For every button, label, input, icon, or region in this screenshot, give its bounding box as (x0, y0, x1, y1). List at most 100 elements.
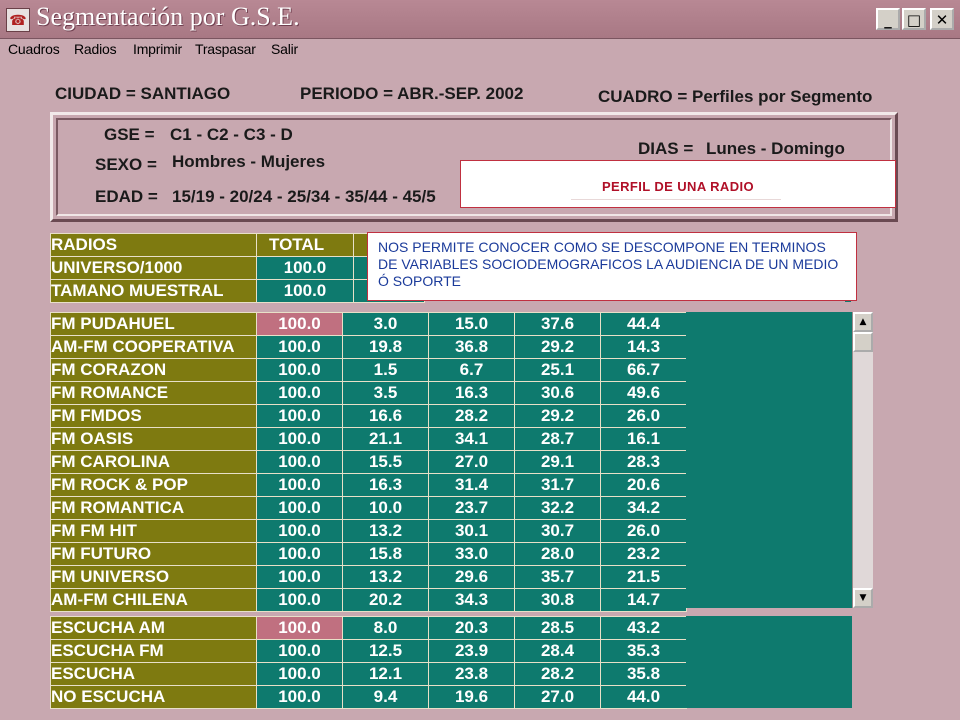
summary-value[interactable]: 9.4 (342, 685, 429, 709)
radio-value[interactable]: 30.6 (514, 381, 601, 405)
radio-value[interactable]: 15.5 (342, 450, 429, 474)
radio-name[interactable]: FM FMDOS (50, 404, 257, 428)
radio-value[interactable]: 31.4 (428, 473, 515, 497)
radio-row[interactable]: FM UNIVERSO 100.0 13.2 29.6 35.7 21.5 (50, 565, 687, 589)
radio-value[interactable]: 29.2 (514, 335, 601, 359)
summary-value[interactable]: 35.3 (600, 639, 687, 663)
radio-row[interactable]: FM FMDOS 100.0 16.6 28.2 29.2 26.0 (50, 404, 687, 428)
radio-row[interactable]: FM ROMANCE 100.0 3.5 16.3 30.6 49.6 (50, 381, 687, 405)
radio-value[interactable]: 30.7 (514, 519, 601, 543)
summary-value[interactable]: 8.0 (342, 616, 429, 640)
scroll-thumb[interactable] (853, 332, 873, 352)
summary-value[interactable]: 100.0 (256, 639, 343, 663)
radio-name[interactable]: FM ROMANCE (50, 381, 257, 405)
radio-value[interactable]: 66.7 (600, 358, 687, 382)
radio-value[interactable]: 25.1 (514, 358, 601, 382)
radio-name[interactable]: FM FM HIT (50, 519, 257, 543)
app-icon[interactable]: ☎ (6, 8, 30, 32)
radio-value[interactable]: 100.0 (256, 473, 343, 497)
radio-name[interactable]: FM CAROLINA (50, 450, 257, 474)
radio-value[interactable]: 34.2 (600, 496, 687, 520)
summary-value[interactable]: 35.8 (600, 662, 687, 686)
radio-row[interactable]: AM-FM COOPERATIVA 100.0 19.8 36.8 29.2 14.3 (50, 335, 687, 359)
radio-value[interactable]: 28.2 (428, 404, 515, 428)
radio-row[interactable]: FM FUTURO 100.0 15.8 33.0 28.0 23.2 (50, 542, 687, 566)
radio-value[interactable]: 100.0 (256, 542, 343, 566)
radio-value[interactable]: 100.0 (256, 358, 343, 382)
summary-value[interactable]: 28.2 (514, 662, 601, 686)
summary-name[interactable]: ESCUCHA AM (50, 616, 257, 640)
summary-value[interactable]: 23.8 (428, 662, 515, 686)
universo-total[interactable]: 100.0 (256, 256, 354, 280)
summary-value[interactable]: 12.1 (342, 662, 429, 686)
radio-row[interactable]: FM ROCK & POP 100.0 16.3 31.4 31.7 20.6 (50, 473, 687, 497)
summary-value[interactable]: 100.0 (256, 616, 343, 640)
radio-value[interactable]: 49.6 (600, 381, 687, 405)
radio-value[interactable]: 36.8 (428, 335, 515, 359)
summary-value[interactable]: 28.4 (514, 639, 601, 663)
radio-value[interactable]: 13.2 (342, 519, 429, 543)
radio-value[interactable]: 29.1 (514, 450, 601, 474)
summary-value[interactable]: 100.0 (256, 685, 343, 709)
radio-row[interactable]: FM CAROLINA 100.0 15.5 27.0 29.1 28.3 (50, 450, 687, 474)
radio-value[interactable]: 16.6 (342, 404, 429, 428)
radio-value[interactable]: 15.8 (342, 542, 429, 566)
radio-value[interactable]: 10.0 (342, 496, 429, 520)
summary-value[interactable]: 23.9 (428, 639, 515, 663)
radio-value[interactable]: 100.0 (256, 381, 343, 405)
radios-scrollbar[interactable]: ▲ ▼ (852, 312, 873, 608)
radio-value[interactable]: 29.2 (514, 404, 601, 428)
maximize-button[interactable]: □ (902, 8, 926, 30)
radio-value[interactable]: 21.5 (600, 565, 687, 589)
radio-value[interactable]: 28.7 (514, 427, 601, 451)
radio-name[interactable]: FM FUTURO (50, 542, 257, 566)
radio-row[interactable]: FM CORAZON 100.0 1.5 6.7 25.1 66.7 (50, 358, 687, 382)
radio-value[interactable]: 14.3 (600, 335, 687, 359)
radio-row[interactable]: AM-FM CHILENA 100.0 20.2 34.3 30.8 14.7 (50, 588, 687, 612)
radio-value[interactable]: 13.2 (342, 565, 429, 589)
scroll-down-icon[interactable]: ▼ (853, 588, 873, 608)
radio-name[interactable]: AM-FM CHILENA (50, 588, 257, 612)
radio-value[interactable]: 6.7 (428, 358, 515, 382)
summary-value[interactable]: 28.5 (514, 616, 601, 640)
radio-value[interactable]: 3.0 (342, 312, 429, 336)
radio-value[interactable]: 30.1 (428, 519, 515, 543)
radio-value[interactable]: 100.0 (256, 312, 343, 336)
radio-value[interactable]: 100.0 (256, 404, 343, 428)
summary-name[interactable]: ESCUCHA (50, 662, 257, 686)
summary-name[interactable]: NO ESCUCHA (50, 685, 257, 709)
radio-value[interactable]: 27.0 (428, 450, 515, 474)
radio-value[interactable]: 15.0 (428, 312, 515, 336)
radio-value[interactable]: 31.7 (514, 473, 601, 497)
radio-value[interactable]: 44.4 (600, 312, 687, 336)
radio-value[interactable]: 16.3 (342, 473, 429, 497)
menu-salir[interactable]: Salir (271, 41, 298, 57)
radio-name[interactable]: FM UNIVERSO (50, 565, 257, 589)
summary-row[interactable]: NO ESCUCHA 100.0 9.4 19.6 27.0 44.0 (50, 685, 687, 709)
radio-row[interactable]: FM ROMANTICA 100.0 10.0 23.7 32.2 34.2 (50, 496, 687, 520)
summary-row[interactable]: ESCUCHA 100.0 12.1 23.8 28.2 35.8 (50, 662, 687, 686)
summary-row[interactable]: ESCUCHA FM 100.0 12.5 23.9 28.4 35.3 (50, 639, 687, 663)
summary-value[interactable]: 43.2 (600, 616, 687, 640)
radio-value[interactable]: 16.3 (428, 381, 515, 405)
radio-value[interactable]: 28.0 (514, 542, 601, 566)
radio-value[interactable]: 37.6 (514, 312, 601, 336)
menu-imprimir[interactable]: Imprimir (133, 41, 182, 57)
radio-value[interactable]: 100.0 (256, 565, 343, 589)
radio-value[interactable]: 100.0 (256, 450, 343, 474)
radio-name[interactable]: AM-FM COOPERATIVA (50, 335, 257, 359)
radio-value[interactable]: 23.2 (600, 542, 687, 566)
radio-value[interactable]: 1.5 (342, 358, 429, 382)
summary-value[interactable]: 100.0 (256, 662, 343, 686)
summary-value[interactable]: 19.6 (428, 685, 515, 709)
minimize-button[interactable]: _ (876, 8, 900, 30)
radio-value[interactable]: 34.3 (428, 588, 515, 612)
close-button[interactable]: ✕ (930, 8, 954, 30)
menu-traspasar[interactable]: Traspasar (195, 41, 256, 57)
summary-value[interactable]: 20.3 (428, 616, 515, 640)
scroll-up-icon[interactable]: ▲ (853, 312, 873, 332)
radio-value[interactable]: 14.7 (600, 588, 687, 612)
radio-row[interactable]: FM FM HIT 100.0 13.2 30.1 30.7 26.0 (50, 519, 687, 543)
radio-name[interactable]: FM PUDAHUEL (50, 312, 257, 336)
radio-value[interactable]: 32.2 (514, 496, 601, 520)
